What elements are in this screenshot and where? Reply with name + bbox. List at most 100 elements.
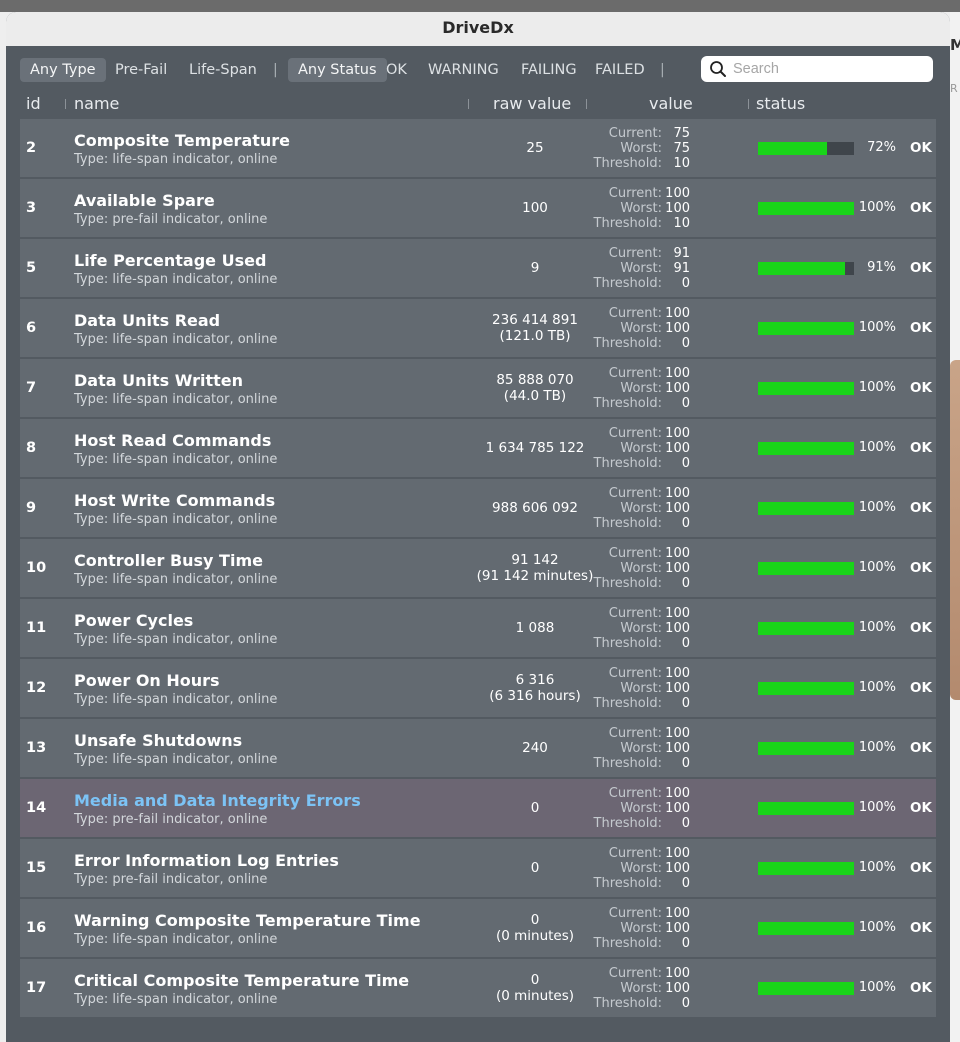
filter-warning[interactable]: WARNING	[418, 58, 509, 82]
attribute-name: Data Units Read	[74, 311, 221, 330]
window-title: DriveDx	[6, 12, 950, 47]
worst-value-label: Worst:	[620, 921, 662, 936]
column-divider[interactable]	[468, 99, 469, 109]
value-block: Current: 91 Worst: 91 Threshold: 0	[580, 246, 700, 291]
table-row[interactable]: 17 Critical Composite Temperature Time Typ…	[20, 959, 936, 1017]
worst-value-label: Worst:	[620, 681, 662, 696]
table-row[interactable]: 8 Host Read Commands Type: life-span indic…	[20, 419, 936, 477]
column-header-status[interactable]: status	[756, 92, 805, 116]
current-value-number: 100	[665, 546, 690, 561]
threshold-value: Threshold: 10	[580, 156, 700, 171]
threshold-value: Threshold: 0	[580, 336, 700, 351]
table-row[interactable]: 13 Unsafe Shutdowns Type: life-span indica…	[20, 719, 936, 777]
current-value-label: Current:	[608, 306, 662, 321]
worst-value-number: 100	[665, 681, 690, 696]
current-value-label: Current:	[608, 546, 662, 561]
value-block: Current: 100 Worst: 100 Threshold: 0	[580, 426, 700, 471]
health-percent: 100%	[858, 200, 896, 215]
table-row[interactable]: 3 Available Spare Type: pre-fail indicator…	[20, 179, 936, 237]
threshold-value-label: Threshold:	[593, 276, 662, 291]
table-row[interactable]: 12 Power On Hours Type: life-span indicato…	[20, 659, 936, 717]
filter-failing[interactable]: FAILING	[511, 58, 587, 82]
filter-any-status[interactable]: Any Status	[288, 58, 387, 82]
attribute-name: Warning Composite Temperature Time	[74, 911, 421, 930]
filter-ok[interactable]: OK	[376, 58, 417, 82]
column-header-raw-value[interactable]: raw value	[493, 92, 571, 116]
status-label: OK	[910, 620, 932, 636]
raw-value-line: 0	[530, 912, 540, 928]
threshold-value-number: 0	[681, 336, 690, 351]
table-row[interactable]: 11 Power Cycles Type: life-span indicator,…	[20, 599, 936, 657]
table-row[interactable]: 14 Media and Data Integrity Errors Type: p…	[20, 779, 936, 837]
health-bar-fill	[758, 262, 846, 275]
current-value: Current: 91	[580, 246, 700, 261]
health-percent: 91%	[867, 260, 896, 275]
current-value-label: Current:	[608, 186, 662, 201]
worst-value: Worst: 100	[580, 561, 700, 576]
search-input[interactable]	[733, 59, 923, 79]
table-row[interactable]: 2 Composite Temperature Type: life-span in…	[20, 119, 936, 177]
attribute-type: Type: life-span indicator, online	[74, 392, 278, 407]
current-value: Current: 100	[580, 426, 700, 441]
threshold-value: Threshold: 0	[580, 456, 700, 471]
column-divider[interactable]	[65, 99, 66, 109]
table-row[interactable]: 6 Data Units Read Type: life-span indicato…	[20, 299, 936, 357]
column-header-id[interactable]: id	[26, 92, 41, 116]
attribute-id: 14	[26, 800, 47, 816]
attribute-name: Data Units Written	[74, 371, 243, 390]
worst-value-number: 100	[665, 321, 690, 336]
current-value-label: Current:	[608, 246, 662, 261]
filter-separator-2: |	[660, 62, 665, 78]
threshold-value-number: 0	[681, 636, 690, 651]
threshold-value-label: Threshold:	[593, 216, 662, 231]
filter-failed[interactable]: FAILED	[585, 58, 655, 82]
current-value-number: 100	[665, 606, 690, 621]
threshold-value: Threshold: 0	[580, 816, 700, 831]
column-divider[interactable]	[586, 99, 587, 109]
current-value-label: Current:	[608, 906, 662, 921]
attribute-type: Type: life-span indicator, online	[74, 452, 278, 467]
filter-life-span[interactable]: Life-Span	[179, 58, 267, 82]
table-row[interactable]: 9 Host Write Commands Type: life-span indi…	[20, 479, 936, 537]
desktop-background	[0, 0, 960, 12]
attribute-type: Type: life-span indicator, online	[74, 932, 278, 947]
worst-value: Worst: 100	[580, 981, 700, 996]
worst-value: Worst: 100	[580, 381, 700, 396]
table-row[interactable]: 15 Error Information Log Entries Type: pre…	[20, 839, 936, 897]
filter-any-type[interactable]: Any Type	[20, 58, 106, 82]
search-box[interactable]	[701, 56, 933, 82]
raw-value-line: (0 minutes)	[495, 928, 575, 944]
health-bar	[758, 142, 854, 155]
table-row[interactable]: 7 Data Units Written Type: life-span indic…	[20, 359, 936, 417]
column-divider[interactable]	[748, 99, 749, 109]
current-value-number: 75	[673, 126, 690, 141]
health-percent: 100%	[858, 980, 896, 995]
table-row[interactable]: 16 Warning Composite Temperature Time Type…	[20, 899, 936, 957]
attribute-type: Type: life-span indicator, online	[74, 632, 278, 647]
attribute-name: Power On Hours	[74, 671, 220, 690]
background-window-text: M	[950, 36, 960, 54]
attribute-name: Critical Composite Temperature Time	[74, 971, 410, 990]
column-header-name[interactable]: name	[74, 92, 119, 116]
threshold-value: Threshold: 0	[580, 936, 700, 951]
threshold-value-label: Threshold:	[593, 876, 662, 891]
raw-value-line: 1 634 785 122	[485, 440, 585, 456]
current-value: Current: 100	[580, 786, 700, 801]
threshold-value-label: Threshold:	[593, 576, 662, 591]
status-label: OK	[910, 740, 932, 756]
attribute-id: 6	[26, 320, 37, 336]
threshold-value-label: Threshold:	[593, 756, 662, 771]
table-row[interactable]: 10 Controller Busy Time Type: life-span in…	[20, 539, 936, 597]
worst-value-number: 75	[673, 141, 690, 156]
column-header-value[interactable]: value	[649, 92, 693, 116]
table-row[interactable]: 5 Life Percentage Used Type: life-span ind…	[20, 239, 936, 297]
filter-separator: |	[273, 62, 278, 78]
raw-value-line: (6 316 hours)	[489, 688, 581, 704]
attribute-name: Life Percentage Used	[74, 251, 267, 270]
filter-pre-fail[interactable]: Pre-Fail	[105, 58, 177, 82]
value-block: Current: 100 Worst: 100 Threshold: 0	[580, 846, 700, 891]
worst-value-number: 100	[665, 381, 690, 396]
worst-value: Worst: 100	[580, 201, 700, 216]
attribute-type: Type: life-span indicator, online	[74, 152, 278, 167]
raw-value-line: 1 088	[515, 620, 555, 636]
